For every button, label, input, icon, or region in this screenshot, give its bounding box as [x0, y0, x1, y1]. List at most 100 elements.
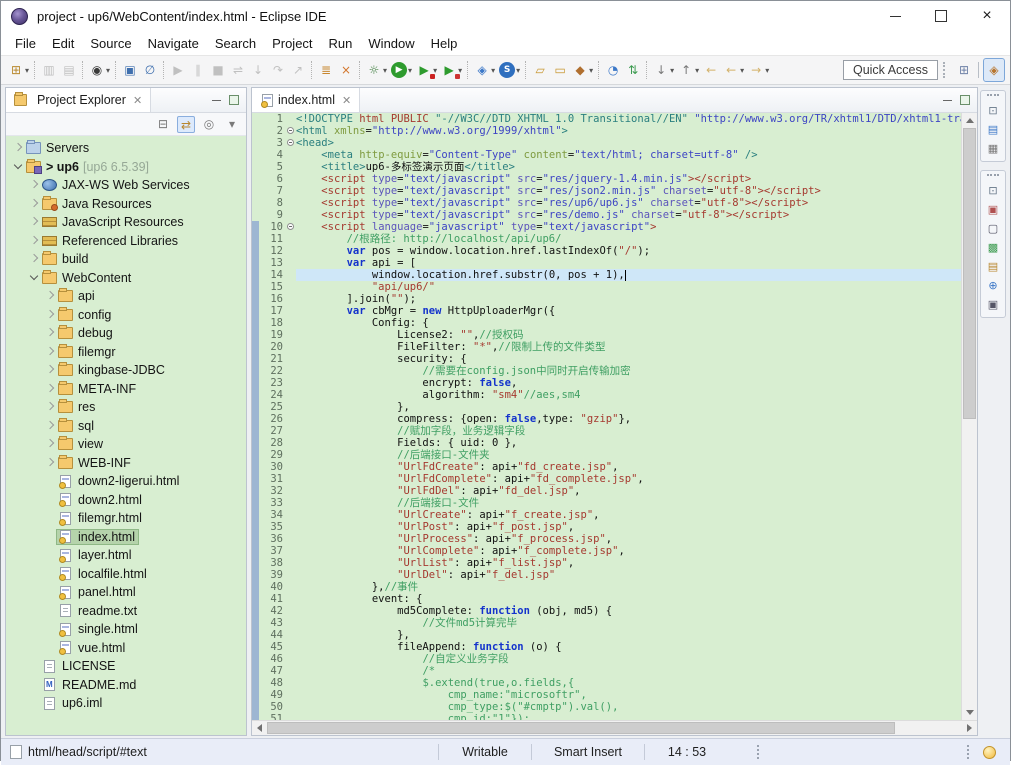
code-text[interactable]: <script type="text/javascript" src="res/…: [296, 185, 961, 197]
line-number[interactable]: 48: [259, 677, 286, 689]
tree-item-readme-txt[interactable]: readme.txt: [6, 602, 246, 621]
editor-tab-index-html[interactable]: index.html ✕: [252, 88, 360, 112]
tree-item-panel-html[interactable]: panel.html: [6, 583, 246, 602]
code-text[interactable]: security: {: [296, 353, 961, 365]
menu-run[interactable]: Run: [321, 33, 361, 54]
dropdown-arrow-icon[interactable]: ▾: [491, 66, 495, 75]
close-icon[interactable]: ✕: [133, 94, 142, 107]
tree-item-vue-html[interactable]: vue.html: [6, 639, 246, 658]
line-number[interactable]: 34: [259, 509, 286, 521]
code-text[interactable]: //后端接口-文件: [296, 497, 961, 509]
last-edit-location-button[interactable]: ≣: [316, 59, 336, 81]
close-button[interactable]: ×: [964, 1, 1010, 31]
tree-item-up6-iml[interactable]: up6.iml: [6, 694, 246, 713]
open-console-button[interactable]: ▣: [120, 59, 140, 81]
next-annotation-button[interactable]: ↓▾: [651, 59, 676, 81]
tree-item-sql[interactable]: sql: [6, 417, 246, 436]
code-text[interactable]: <meta http-equiv="Content-Type" content=…: [296, 149, 961, 161]
project-explorer-tab[interactable]: Project Explorer ✕: [6, 88, 151, 112]
line-number[interactable]: 26: [259, 413, 286, 425]
line-number[interactable]: 17: [259, 305, 286, 317]
chevron-right-icon[interactable]: [44, 309, 57, 321]
code-text[interactable]: <!DOCTYPE html PUBLIC "-//W3C//DTD XHTML…: [296, 113, 961, 125]
line-number[interactable]: 42: [259, 605, 286, 617]
chevron-right-icon[interactable]: [28, 253, 41, 265]
code-text[interactable]: //自定义业务字段: [296, 653, 961, 665]
save-button[interactable]: ▥: [39, 59, 59, 81]
maximize-view-icon[interactable]: [960, 95, 970, 105]
insert-mode-status[interactable]: Smart Insert: [532, 745, 644, 759]
code-text[interactable]: "UrlList": api+"f_list.jsp",: [296, 557, 961, 569]
code-text[interactable]: //后端接口-文件夹: [296, 449, 961, 461]
tree-item-readme-md[interactable]: README.md: [6, 676, 246, 695]
chevron-right-icon[interactable]: [28, 179, 41, 191]
scroll-up-icon[interactable]: [962, 113, 977, 128]
tree-item-index-html[interactable]: index.html: [6, 528, 246, 547]
code-text[interactable]: cmp_type:$("#cmptp").val(),: [296, 701, 961, 713]
line-number[interactable]: 1: [259, 113, 286, 125]
code-text[interactable]: cmp_id:"1"});: [296, 713, 961, 720]
new-wizard-button[interactable]: ⊞▾: [6, 59, 31, 81]
line-number[interactable]: 44: [259, 629, 286, 641]
chevron-right-icon[interactable]: [44, 346, 57, 358]
drag-grip-icon[interactable]: [987, 94, 999, 99]
menu-search[interactable]: Search: [207, 33, 264, 54]
menu-window[interactable]: Window: [360, 33, 422, 54]
vertical-scrollbar-thumb[interactable]: [963, 128, 976, 419]
line-number[interactable]: 32: [259, 485, 286, 497]
back-button[interactable]: ←: [701, 59, 721, 81]
collapse-all-icon[interactable]: ⊟: [154, 116, 172, 133]
line-number[interactable]: 5: [259, 161, 286, 173]
line-number[interactable]: 46: [259, 653, 286, 665]
code-text[interactable]: compress: {open: false,type: "gzip"},: [296, 413, 961, 425]
line-number[interactable]: 31: [259, 473, 286, 485]
code-text[interactable]: <title>up6-多标签演示页面</title>: [296, 161, 961, 173]
close-icon[interactable]: ✕: [342, 94, 351, 107]
terminate-button[interactable]: ■: [208, 59, 228, 81]
menu-file[interactable]: File: [7, 33, 44, 54]
line-number[interactable]: 19: [259, 329, 286, 341]
tree-item-meta-inf[interactable]: META-INF: [6, 380, 246, 399]
tree-item-localfile-html[interactable]: localfile.html: [6, 565, 246, 584]
dropdown-arrow-icon[interactable]: ▾: [589, 66, 593, 75]
code-text[interactable]: /*: [296, 665, 961, 677]
previous-annotation-button[interactable]: ↑▾: [676, 59, 701, 81]
chevron-right-icon[interactable]: [28, 235, 41, 247]
filters-icon[interactable]: ◎: [200, 116, 218, 133]
tree-item-down2-html[interactable]: down2.html: [6, 491, 246, 510]
vertical-scrollbar[interactable]: [961, 113, 977, 720]
line-number[interactable]: 35: [259, 521, 286, 533]
open-folder-button[interactable]: ▱: [530, 59, 550, 81]
code-text[interactable]: "UrlComplete": api+"f_complete.jsp",: [296, 545, 961, 557]
code-text[interactable]: cmp_name:"microsoftr",: [296, 689, 961, 701]
line-number[interactable]: 4: [259, 149, 286, 161]
tree-item-single-html[interactable]: single.html: [6, 620, 246, 639]
tree-item-res[interactable]: res: [6, 398, 246, 417]
line-number[interactable]: 15: [259, 281, 286, 293]
chevron-right-icon[interactable]: [44, 420, 57, 432]
tree-item-javascript-resources[interactable]: JavaScript Resources: [6, 213, 246, 232]
outline-icon[interactable]: ▤: [985, 123, 1002, 137]
fold-collapse-icon[interactable]: [286, 125, 296, 137]
maximize-button[interactable]: [918, 1, 964, 31]
line-number[interactable]: 21: [259, 353, 286, 365]
line-number[interactable]: 23: [259, 377, 286, 389]
code-text[interactable]: window.location.href.substr(0, pos + 1),: [296, 269, 961, 281]
tree-item-debug[interactable]: debug: [6, 324, 246, 343]
tree-item-filemgr[interactable]: filemgr: [6, 343, 246, 362]
code-text[interactable]: License2: "",//授权码: [296, 329, 961, 341]
line-number[interactable]: 45: [259, 641, 286, 653]
code-text[interactable]: Fields: { uid: 0 },: [296, 437, 961, 449]
tree-item-view[interactable]: view: [6, 435, 246, 454]
tree-item-servers[interactable]: Servers: [6, 139, 246, 158]
code-text[interactable]: FileFilter: "*",//限制上传的文件类型: [296, 341, 961, 353]
line-number[interactable]: 36: [259, 533, 286, 545]
line-number[interactable]: 11: [259, 233, 286, 245]
code-text[interactable]: "UrlCreate": api+"f_create.jsp",: [296, 509, 961, 521]
tree-item-api[interactable]: api: [6, 287, 246, 306]
chevron-right-icon[interactable]: [12, 142, 25, 154]
dropdown-arrow-icon[interactable]: ▾: [670, 66, 674, 75]
dropdown-arrow-icon[interactable]: ▾: [106, 66, 110, 75]
annotate-button[interactable]: ◆▾: [570, 59, 595, 81]
open-file-button[interactable]: ▭: [550, 59, 570, 81]
